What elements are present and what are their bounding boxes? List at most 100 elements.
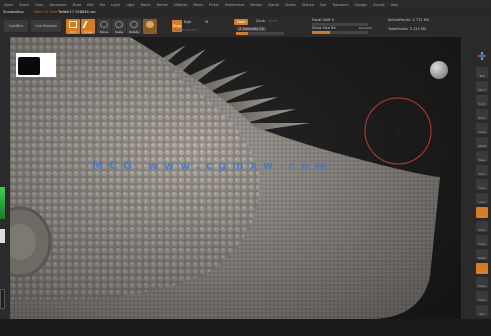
- shelf-button-label: Actual: [478, 131, 486, 134]
- canvas-viewport[interactable]: [10, 37, 461, 319]
- menu-item-stencil[interactable]: Stencil: [268, 3, 279, 7]
- info-bar: ShadowBox Mem 27 Free 3.9GB Timer 27.398…: [0, 9, 491, 17]
- shelf-button-label: BPR: [479, 75, 485, 78]
- shelf-button-label: Zoom: [478, 117, 486, 120]
- menu-item-zscript[interactable]: Zscript: [373, 3, 384, 7]
- lightbox-button[interactable]: LightBox: [4, 20, 28, 32]
- menu-item-help[interactable]: Help: [391, 3, 399, 7]
- shelf-button-aahalf[interactable]: AAHalf: [476, 137, 488, 148]
- shelf-button-move[interactable]: Move: [476, 221, 488, 232]
- zadd-button[interactable]: Zadd: [234, 19, 248, 25]
- active-points-readout: ActivePoints: 2.772 Mil: [388, 18, 429, 22]
- live-boolean-button[interactable]: Live Boolean: [31, 20, 61, 32]
- z-intensity-label: Z Intensity 25: [237, 27, 266, 31]
- shelf-button-scroll[interactable]: Scroll: [476, 95, 488, 106]
- total-points-readout: TotalPoints: 3.123 Mil: [388, 27, 427, 31]
- shelf-button-label: Move: [478, 229, 486, 232]
- m-button[interactable]: M: [205, 20, 208, 24]
- menu-item-render[interactable]: Render: [250, 3, 262, 7]
- shelf-button-label: Transp: [478, 285, 486, 288]
- menu-item-document[interactable]: Document: [50, 3, 67, 7]
- zcut-button[interactable]: Zcut: [269, 19, 277, 23]
- menu-item-color[interactable]: Color: [35, 3, 44, 7]
- menu-item-tool[interactable]: Tool: [320, 3, 326, 7]
- menu-item-preferences[interactable]: Preferences: [225, 3, 244, 7]
- shelf-button-label: Floor: [479, 173, 485, 176]
- rotate-icon: [130, 21, 138, 28]
- shelf-button-floor[interactable]: Floor: [476, 165, 488, 176]
- menu-item-brush[interactable]: Brush: [19, 3, 29, 7]
- shelf-button-ghost[interactable]: Ghost: [476, 291, 488, 302]
- shelf-button-frame[interactable]: Frame: [476, 207, 488, 218]
- shelf-button-label: SPix 3: [478, 89, 486, 92]
- draw-tool-button[interactable]: Draw: [81, 19, 96, 34]
- right-shelf: BPR SPix 3 Scroll Zoom Actual AAHalf Persp Floo…: [461, 37, 491, 336]
- draw-size-slider-fill: [312, 31, 330, 34]
- menu-item-picker[interactable]: Picker: [209, 3, 219, 7]
- shelf-button-scale[interactable]: Scale: [476, 235, 488, 246]
- menu-item-edit[interactable]: Edit: [87, 3, 93, 7]
- shelf-button-label: Persp: [478, 159, 486, 162]
- dynamic-button[interactable]: Dynamic: [359, 26, 372, 30]
- menu-item-draw[interactable]: Draw: [73, 3, 82, 7]
- shelf-button-label: Rotate: [478, 257, 486, 260]
- navigation-gyro[interactable]: [430, 61, 448, 79]
- shelf-button-label: Ghost: [478, 299, 486, 302]
- shelf-button-zoom[interactable]: Zoom: [476, 109, 488, 120]
- color-swatch-picker[interactable]: [0, 187, 5, 219]
- watermark: MCG www.cgmxw.com: [92, 159, 332, 172]
- menu-bar: Alpha Brush Color Document Draw Edit File Layer…: [0, 0, 491, 9]
- axis-indicator-icon: [478, 52, 486, 60]
- menu-item-material[interactable]: Material: [174, 3, 187, 7]
- shelf-button-label: AAHalf: [477, 145, 487, 148]
- z-intensity-slider-fill: [236, 32, 248, 35]
- rotate-tool-button[interactable]: Rotate: [127, 19, 141, 34]
- menu-item-stroke[interactable]: Stroke: [285, 3, 296, 7]
- shelf-button-line-fill[interactable]: Line Fill: [476, 263, 488, 274]
- menu-item-alpha[interactable]: Alpha: [4, 3, 13, 7]
- brush-preview-button[interactable]: [143, 19, 157, 34]
- iguana-sculpt-render: [10, 37, 461, 319]
- color-thumbnail: [16, 53, 56, 77]
- draw-icon: [82, 21, 96, 28]
- menu-item-marker[interactable]: Marker: [157, 3, 168, 7]
- shelf-button-label: Solo: [479, 313, 485, 316]
- shelf-button-actual[interactable]: Actual: [476, 123, 488, 134]
- shelf-button-transp[interactable]: Transp: [476, 277, 488, 288]
- menu-item-macro[interactable]: Macro: [141, 3, 151, 7]
- move-tool-button[interactable]: Move: [97, 19, 111, 34]
- rgb-intensity-label: Rgb Intensity: [174, 28, 198, 32]
- shelf-button-label: Local: [478, 187, 486, 190]
- top-toolbar: LightBox Live Boolean Edit Draw Move Sca…: [0, 17, 491, 38]
- menu-item-light[interactable]: Light: [126, 3, 134, 7]
- shelf-button-label: Scale: [478, 243, 486, 246]
- menu-item-texture[interactable]: Texture: [302, 3, 314, 7]
- menu-item-layer[interactable]: Layer: [111, 3, 120, 7]
- brush-icon: [146, 21, 154, 28]
- shelf-button-bpr[interactable]: BPR: [476, 67, 488, 78]
- shelf-button-l-sym[interactable]: L.Sym: [476, 193, 488, 204]
- scale-icon: [115, 21, 123, 28]
- shelf-button-solo[interactable]: Solo: [476, 305, 488, 316]
- z-intensity-slider[interactable]: [236, 32, 284, 35]
- shelf-button-label: Scroll: [478, 103, 486, 106]
- menu-item-movie[interactable]: Movie: [193, 3, 203, 7]
- shelf-button-spix-3[interactable]: SPix 3: [476, 81, 488, 92]
- shelf-button-rotate[interactable]: Rotate: [476, 249, 488, 260]
- shelf-button-persp[interactable]: Persp: [476, 151, 488, 162]
- draw-size-slider[interactable]: [312, 31, 368, 34]
- menu-item-zplugin[interactable]: Zplugin: [355, 3, 367, 7]
- zsub-button[interactable]: Zsub: [256, 19, 265, 23]
- secondary-color-swatch[interactable]: [0, 229, 5, 243]
- edit-icon: [69, 21, 77, 28]
- menu-item-file[interactable]: File: [100, 3, 106, 7]
- brush-swatch[interactable]: [0, 289, 5, 309]
- shelf-button-local[interactable]: Local: [476, 179, 488, 190]
- shelf-button-label: Line Fill: [477, 271, 487, 274]
- rgb-button[interactable]: Rgb: [184, 20, 191, 24]
- draw-size-label: Draw Size 64: [312, 26, 336, 30]
- scale-tool-button[interactable]: Scale: [112, 19, 126, 34]
- edit-tool-button[interactable]: Edit: [66, 19, 80, 34]
- menu-item-transform[interactable]: Transform: [332, 3, 348, 7]
- bottom-shelf: [0, 319, 491, 336]
